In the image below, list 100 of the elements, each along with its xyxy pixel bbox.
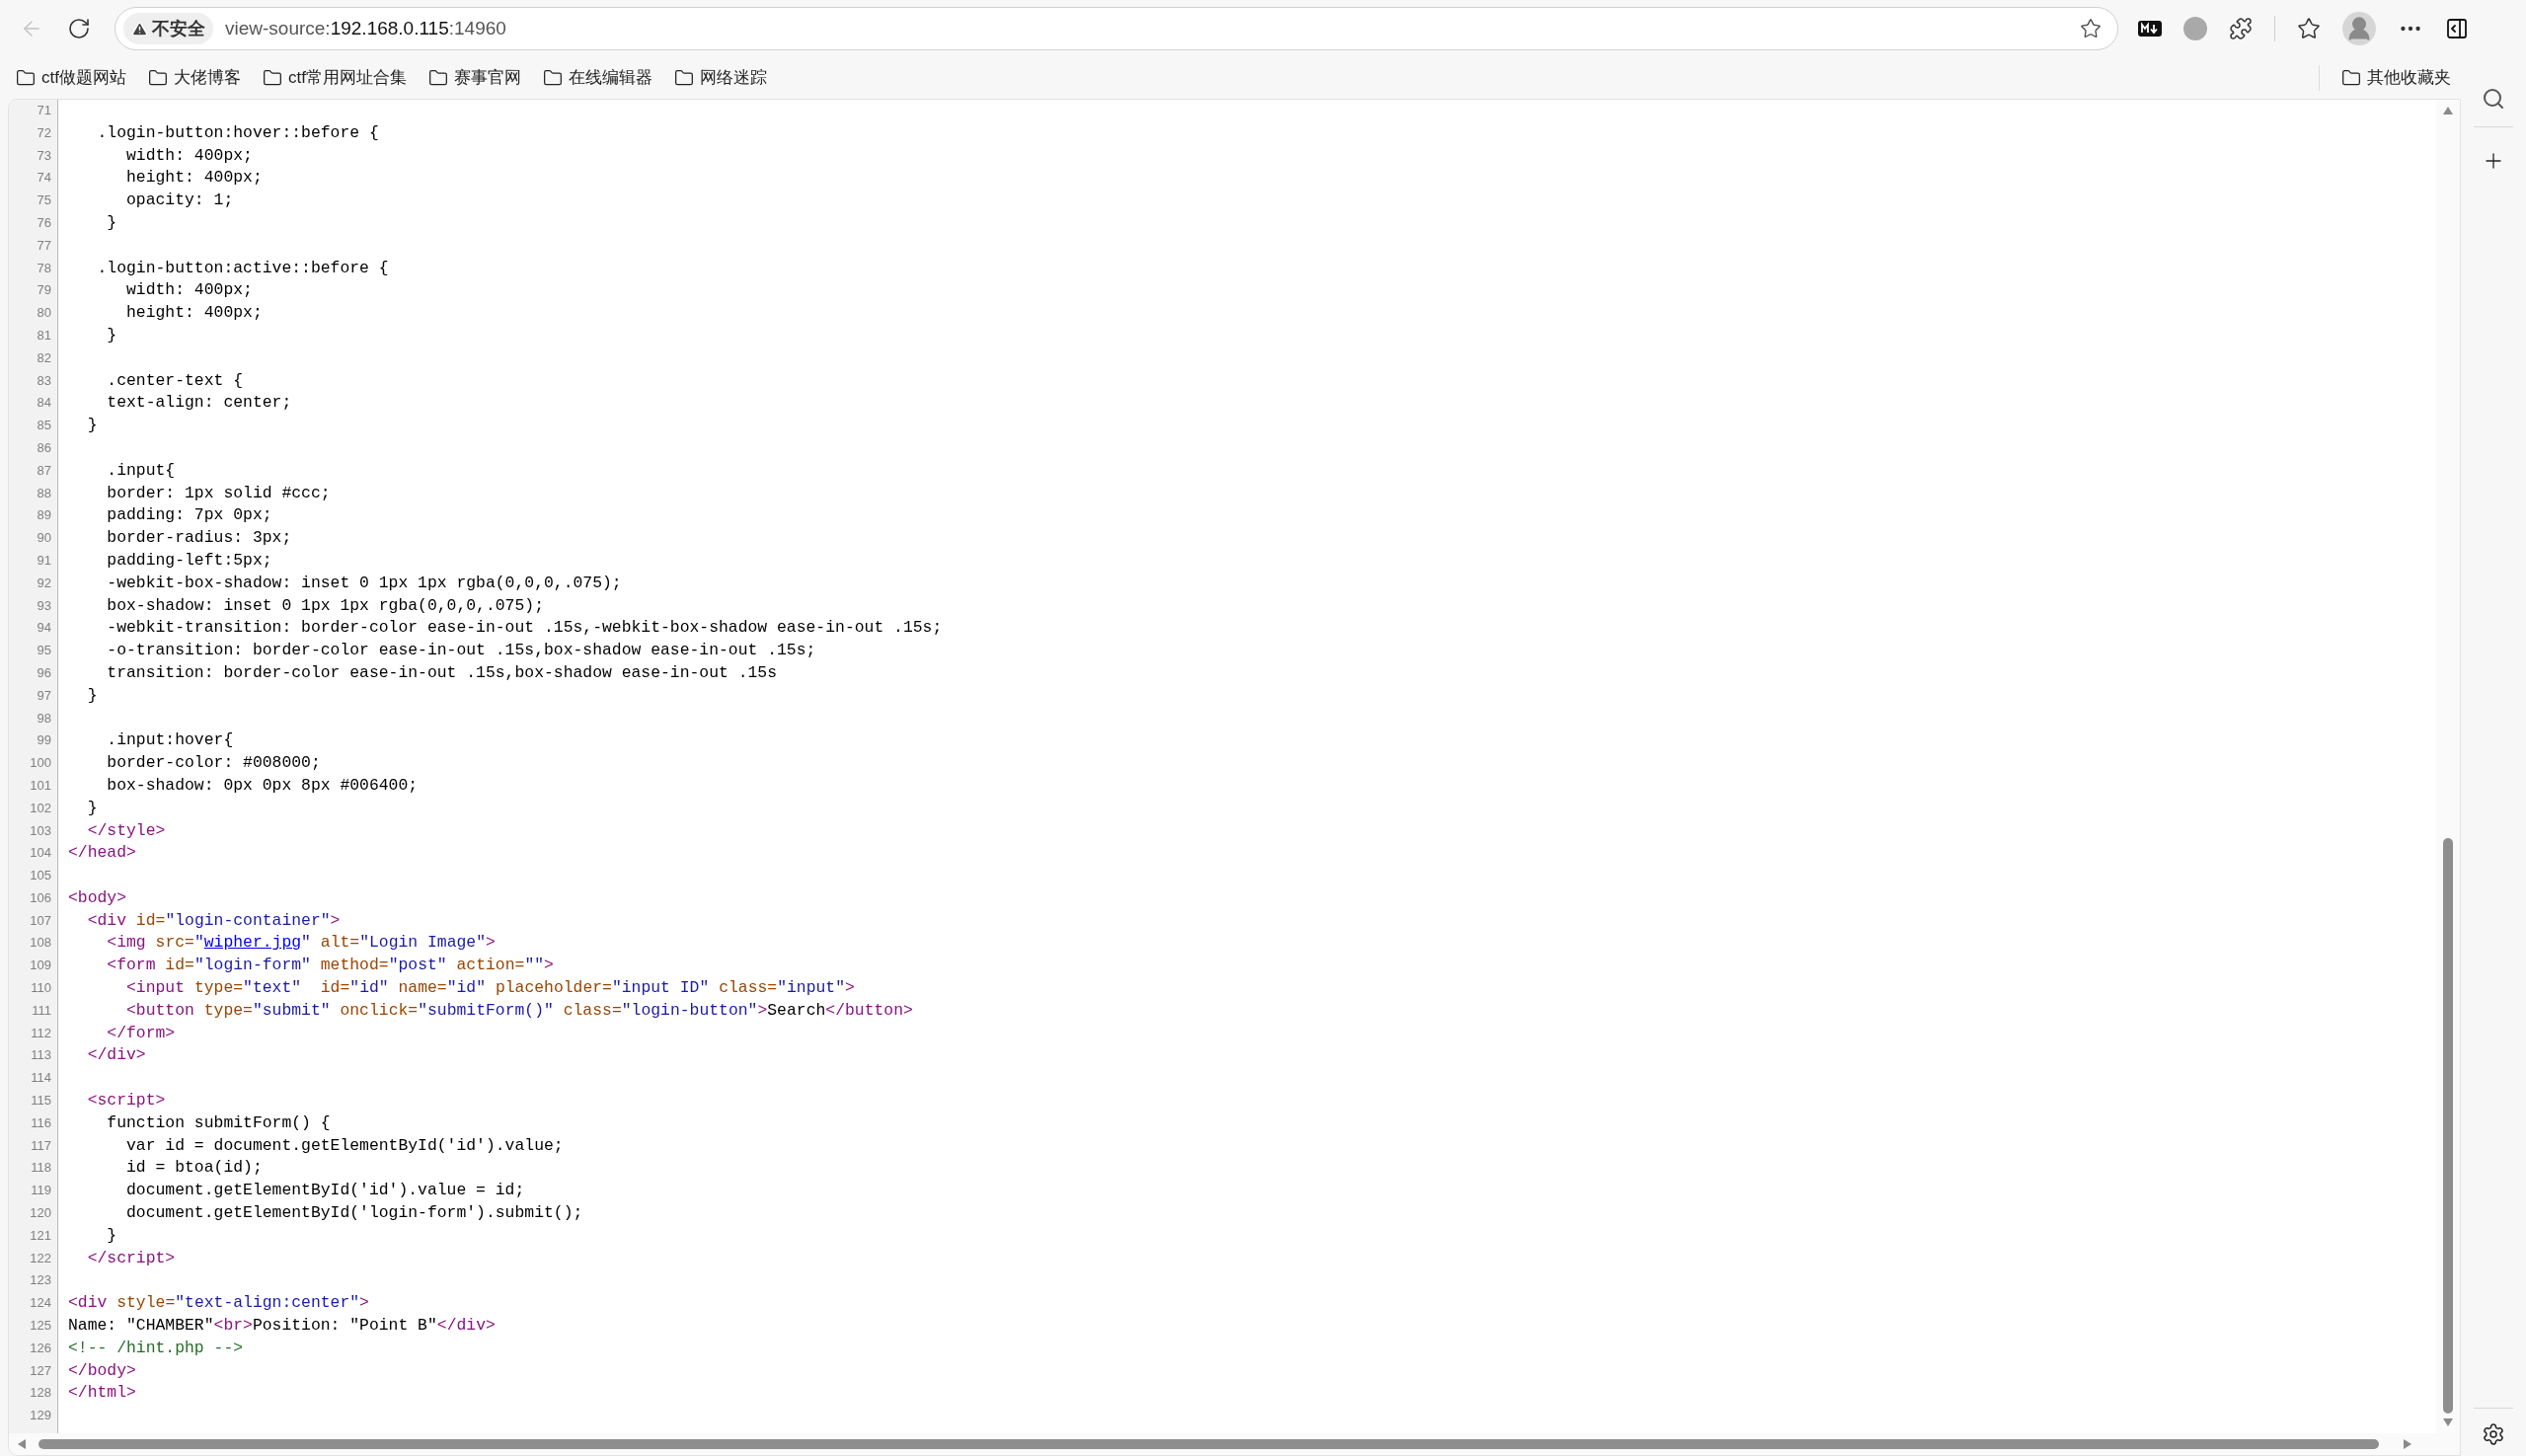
badge-icon[interactable] <box>2138 21 2162 37</box>
bookmark-folder[interactable]: 大佬博客 <box>147 65 241 91</box>
warning-icon <box>131 20 148 38</box>
line-number: 123 <box>30 1271 51 1290</box>
code-line: -webkit-transition: border-color ease-in-out .15s,-webkit-box-shadow ease-in-out .15s; <box>106 618 943 638</box>
line-number: 80 <box>37 304 51 323</box>
line-number: 124 <box>30 1294 51 1313</box>
bookmark-folder[interactable]: ctf常用网址合集 <box>262 65 407 91</box>
line-number: 75 <box>37 192 51 210</box>
folder-icon <box>427 68 448 88</box>
scroll-left-icon[interactable] <box>17 1438 27 1450</box>
line-number: 117 <box>31 1136 51 1155</box>
bookmark-folder[interactable]: 网络迷踪 <box>673 65 767 91</box>
code-line: function submitForm() { <box>106 1112 331 1132</box>
line-number: 102 <box>30 799 51 817</box>
scroll-up-icon[interactable] <box>2442 106 2454 115</box>
scroll-down-icon[interactable] <box>2442 1418 2454 1427</box>
line-number: 120 <box>30 1204 51 1223</box>
line-number: 91 <box>37 551 51 570</box>
vertical-scrollbar[interactable] <box>2436 100 2460 1433</box>
code-line: .center-text { <box>106 370 244 390</box>
line-number: 107 <box>30 911 51 930</box>
security-chip[interactable]: 不安全 <box>123 13 213 44</box>
line-number: 94 <box>37 619 51 638</box>
line-number: 100 <box>30 754 51 773</box>
line-number: 118 <box>31 1159 51 1178</box>
code-line: border-color: #008000; <box>106 753 321 773</box>
folder-icon <box>2341 68 2361 88</box>
bookmark-folder[interactable]: 赛事官网 <box>427 65 521 91</box>
code-line: <script> <box>86 1091 166 1111</box>
line-number: 72 <box>37 123 51 142</box>
bookmark-folder[interactable]: 其他收藏夹 <box>2341 65 2451 91</box>
line-number: 90 <box>37 529 51 548</box>
line-number: 89 <box>37 506 51 525</box>
code-line: transition: border-color ease-in-out .15s,box-shadow ease-in-out .15s <box>106 662 778 682</box>
code-line: <input type="text" id="id" name="id" placeholder="input ID" class="input"> <box>125 978 855 998</box>
line-number: 82 <box>37 348 51 367</box>
folder-icon <box>673 68 694 88</box>
code-line: document.getElementById('id').value = id; <box>125 1181 525 1200</box>
settings-icon[interactable] <box>2482 1422 2505 1446</box>
code-line: border: 1px solid #ccc; <box>106 483 331 502</box>
line-number: 111 <box>32 1001 51 1020</box>
line-number: 114 <box>31 1069 51 1088</box>
star-icon[interactable] <box>2080 18 2102 39</box>
source-link[interactable]: wipher.jpg <box>203 933 302 953</box>
line-number: 84 <box>37 394 51 413</box>
line-number: 95 <box>37 642 51 660</box>
code-line: <div style="text-align:center"> <box>68 1293 369 1313</box>
line-number: 98 <box>37 709 51 728</box>
code-line: </div> <box>86 1045 146 1065</box>
line-number: 116 <box>31 1113 51 1132</box>
code-line: var id = document.getElementById('id').value; <box>125 1135 564 1155</box>
line-number: 81 <box>37 326 51 345</box>
horizontal-scrollbar[interactable] <box>9 1433 2460 1455</box>
line-number: 96 <box>37 663 51 682</box>
code-line: } <box>86 798 98 817</box>
bookmark-folder[interactable]: 在线编辑器 <box>542 65 652 91</box>
avatar-icon[interactable] <box>2342 12 2376 45</box>
line-number: 87 <box>37 461 51 480</box>
code-line: Name: "CHAMBER"<br>Position: "Point B"</div> <box>68 1316 496 1336</box>
scrollbar-thumb[interactable] <box>38 1439 2380 1449</box>
reload-icon <box>67 17 91 40</box>
favorites-icon[interactable] <box>2297 17 2321 40</box>
line-number: 122 <box>30 1249 51 1267</box>
line-number: 109 <box>30 957 51 975</box>
line-number: 77 <box>37 236 51 255</box>
code-line: } <box>86 416 98 435</box>
code-line: width: 400px; <box>125 280 253 300</box>
line-number: 113 <box>31 1046 51 1065</box>
code-line: text-align: center; <box>106 393 292 413</box>
code-line: box-shadow: inset 0 1px 1px rgba(0,0,0,.075); <box>106 595 544 615</box>
code-line: .login-button:hover::before { <box>96 122 379 142</box>
code-line: } <box>106 213 117 232</box>
folder-icon <box>542 68 563 88</box>
code-line: document.getElementById('login-form').submit(); <box>125 1203 583 1223</box>
code-line: -webkit-box-shadow: inset 0 1px 1px rgba(0,0,0,.075); <box>106 573 622 592</box>
code-line: </html> <box>68 1383 136 1403</box>
line-number: 121 <box>30 1226 51 1245</box>
sidebar-toggle-icon[interactable] <box>2445 17 2469 40</box>
code-line: height: 400px; <box>125 303 263 323</box>
folder-icon <box>262 68 282 88</box>
line-number: 128 <box>30 1384 51 1403</box>
line-number: 99 <box>37 731 51 750</box>
address-bar[interactable]: 不安全 view-source:192.168.0.115:14960 <box>115 7 2118 50</box>
search-icon[interactable] <box>2482 87 2505 111</box>
line-number: 88 <box>37 484 51 502</box>
code-line: } <box>106 1225 117 1245</box>
extensions-icon[interactable] <box>2229 17 2253 40</box>
code-line: .input{ <box>106 460 176 480</box>
line-number: 126 <box>30 1339 51 1357</box>
code-line: </body> <box>68 1360 136 1380</box>
scrollbar-thumb[interactable] <box>2443 838 2453 1414</box>
scroll-right-icon[interactable] <box>2403 1438 2413 1450</box>
bookmark-folder[interactable]: ctf做题网站 <box>16 65 126 91</box>
code-line: <img src="wipher.jpg" alt="Login Image"> <box>106 933 496 953</box>
line-number: 115 <box>31 1092 51 1111</box>
line-number: 105 <box>30 867 51 885</box>
folder-icon <box>147 68 168 88</box>
code-line: height: 400px; <box>125 168 263 188</box>
code-line: <form id="login-form" method="post" action=""> <box>106 956 554 975</box>
